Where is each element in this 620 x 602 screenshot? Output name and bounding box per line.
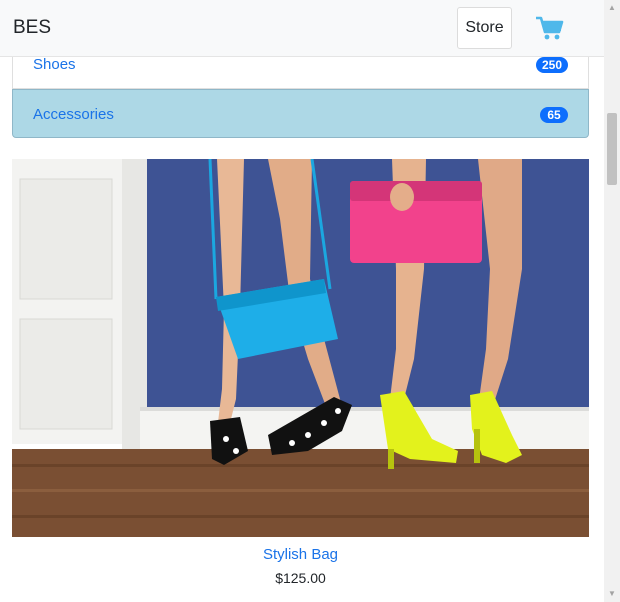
navbar: BES Store — [0, 0, 604, 57]
product-photo — [12, 159, 589, 537]
shopping-cart-icon[interactable] — [534, 14, 566, 42]
product-name-link[interactable]: Stylish Bag — [12, 546, 589, 563]
brand-link[interactable]: BES — [13, 17, 51, 39]
product-image[interactable] — [12, 159, 589, 537]
vertical-scrollbar[interactable]: ▲ ▼ — [604, 0, 620, 602]
count-badge: 65 — [540, 107, 568, 123]
store-button[interactable]: Store — [457, 7, 512, 49]
scroll-thumb[interactable] — [607, 113, 617, 185]
count-badge: 250 — [535, 57, 568, 73]
scroll-down-arrow-icon[interactable]: ▼ — [604, 586, 620, 602]
category-label: Accessories — [33, 106, 114, 123]
product-price: $125.00 — [275, 570, 326, 586]
scroll-up-arrow-icon[interactable]: ▲ — [604, 0, 620, 16]
category-label: Shoes — [33, 56, 76, 73]
category-item-accessories[interactable]: Accessories 65 — [12, 89, 589, 138]
